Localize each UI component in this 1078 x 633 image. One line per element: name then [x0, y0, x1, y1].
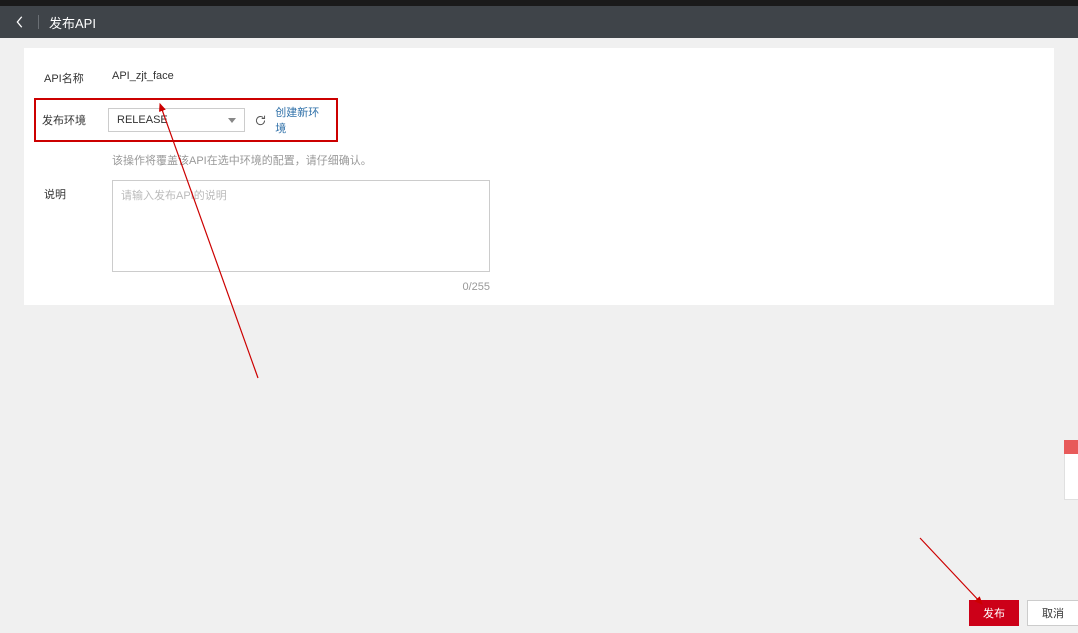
form-panel: API名称 API_zjt_face 发布环境 RELEASE 创建新环境 该操… — [24, 48, 1054, 305]
header-divider — [38, 15, 39, 29]
refresh-icon[interactable] — [253, 113, 267, 127]
desc-textarea[interactable] — [112, 180, 490, 272]
publish-button[interactable]: 发布 — [969, 600, 1019, 626]
back-icon[interactable] — [12, 14, 28, 30]
create-env-link[interactable]: 创建新环境 — [275, 104, 330, 136]
row-env: 发布环境 RELEASE 创建新环境 — [44, 98, 1034, 142]
caret-down-icon — [228, 118, 236, 123]
char-counter: 0/255 — [462, 281, 490, 293]
label-desc: 说明 — [44, 180, 112, 202]
cancel-button[interactable]: 取消 — [1027, 600, 1078, 626]
label-api-name: API名称 — [44, 64, 112, 86]
desc-wrap: 0/255 — [112, 180, 490, 277]
env-hint-text: 该操作将覆盖该API在选中环境的配置，请仔细确认。 — [112, 152, 372, 168]
env-select[interactable]: RELEASE — [108, 108, 245, 132]
row-api-name: API名称 API_zjt_face — [44, 64, 1034, 86]
label-env: 发布环境 — [42, 112, 100, 128]
env-select-value: RELEASE — [117, 114, 168, 126]
value-api-name: API_zjt_face — [112, 64, 174, 82]
row-desc: 说明 0/255 — [44, 180, 1034, 277]
footer-actions: 发布 取消 — [969, 593, 1078, 633]
side-widget-accent — [1064, 440, 1078, 454]
env-highlight-box: 发布环境 RELEASE 创建新环境 — [34, 98, 338, 142]
page-title: 发布API — [49, 13, 96, 32]
row-env-hint: 该操作将覆盖该API在选中环境的配置，请仔细确认。 — [44, 146, 1034, 168]
page-header: 发布API — [0, 6, 1078, 38]
